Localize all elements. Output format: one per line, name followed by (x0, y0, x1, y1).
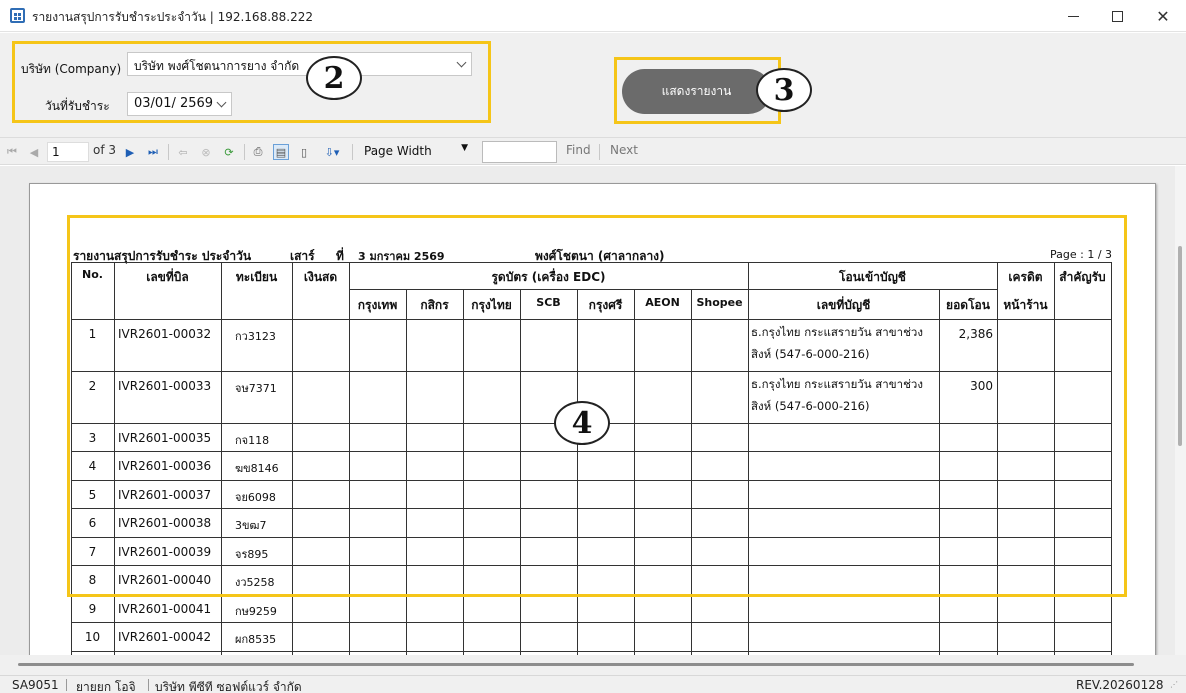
window-title: รายงานสรุปการรับชำระประจำวัน | 192.168.8… (32, 10, 314, 24)
row-border (71, 622, 1111, 623)
horizontal-scrollbar[interactable] (0, 655, 1186, 675)
show-report-button[interactable]: แสดงรายงาน (622, 69, 771, 114)
chevron-down-icon (216, 97, 227, 108)
print-icon[interactable]: ⎙ (250, 144, 266, 160)
row-no: 9 (88, 602, 97, 616)
next-page-icon[interactable]: ▶ (122, 144, 138, 160)
dropdown-arrow-icon: ▼ (461, 143, 468, 153)
find-input[interactable] (482, 141, 557, 163)
page-count-label: of 3 (93, 143, 117, 157)
close-icon: ✕ (1156, 6, 1170, 26)
page-setup-icon[interactable]: ▯ (296, 144, 312, 160)
stop-icon[interactable]: ⊗ (198, 144, 214, 160)
date-picker-value: 03/01/ 2569 (134, 96, 214, 111)
export-icon[interactable]: ⇩▾ (319, 144, 345, 160)
next-link[interactable]: Next (610, 143, 638, 157)
resize-grip-icon[interactable]: ⋰ (1170, 680, 1180, 690)
annotation-marker-4: 4 (554, 401, 610, 445)
print-layout-icon[interactable]: ▤ (273, 144, 289, 160)
company-select[interactable]: บริษัท พงศ์โชตนาการยาง จำกัด (127, 52, 472, 76)
status-code: SA9051 (12, 678, 59, 692)
company-select-value: บริษัท พงศ์โชตนาการยาง จำกัด (134, 59, 300, 73)
annotation-marker-2: 2 (306, 56, 362, 100)
vertical-scrollbar[interactable] (1175, 166, 1186, 655)
first-page-icon[interactable]: ⏮ (4, 144, 20, 160)
status-user: ยายยก โอจิ (76, 680, 136, 693)
date-picker[interactable]: 03/01/ 2569 (127, 92, 232, 116)
status-bar: SA9051 ยายยก โอจิ บริษัท พีซีที ซอฟต์แวร… (0, 675, 1186, 693)
row-bill: IVR2601-00041 (118, 602, 212, 616)
close-button[interactable]: ✕ (1140, 0, 1186, 32)
company-label: บริษัท (Company) (21, 62, 122, 76)
status-revision: REV.20260128 (1076, 678, 1164, 692)
minimize-icon (1067, 15, 1079, 17)
chevron-down-icon (456, 57, 467, 68)
last-page-icon[interactable]: ⏭ (145, 144, 161, 160)
row-bill: IVR2601-00042 (118, 630, 212, 644)
annotation-marker-3: 3 (756, 68, 812, 112)
page-number-input[interactable]: 1 (47, 142, 89, 162)
zoom-select[interactable]: Page Width ▼ (360, 142, 472, 162)
zoom-value: Page Width (364, 144, 432, 158)
minimize-button[interactable] (1050, 0, 1096, 32)
row-plate: ผก8535 (235, 633, 277, 646)
row-no: 10 (84, 630, 101, 644)
find-link[interactable]: Find (566, 143, 591, 157)
maximize-icon (1111, 10, 1123, 22)
maximize-button[interactable] (1094, 0, 1140, 32)
back-icon[interactable]: ⇦ (175, 144, 191, 160)
prev-page-icon[interactable]: ◀ (26, 144, 42, 160)
title-bar: รายงานสรุปการรับชำระประจำวัน | 192.168.8… (0, 0, 1186, 32)
app-icon (10, 8, 25, 23)
refresh-icon[interactable]: ⟳ (221, 144, 237, 160)
status-company: บริษัท พีซีที ซอฟต์แวร์ จำกัด (155, 680, 302, 693)
filter-panel: บริษัท (Company) บริษัท พงศ์โชตนาการยาง … (0, 33, 1186, 137)
row-plate: กษ9259 (235, 605, 277, 618)
row-border (71, 651, 1111, 652)
date-label: วันที่รับชำระ (45, 99, 110, 113)
report-toolbar: ⏮ ◀ 1 of 3 ▶ ⏭ ⇦ ⊗ ⟳ ⎙ ▤ ▯ ⇩▾ Page Width… (0, 137, 1186, 165)
